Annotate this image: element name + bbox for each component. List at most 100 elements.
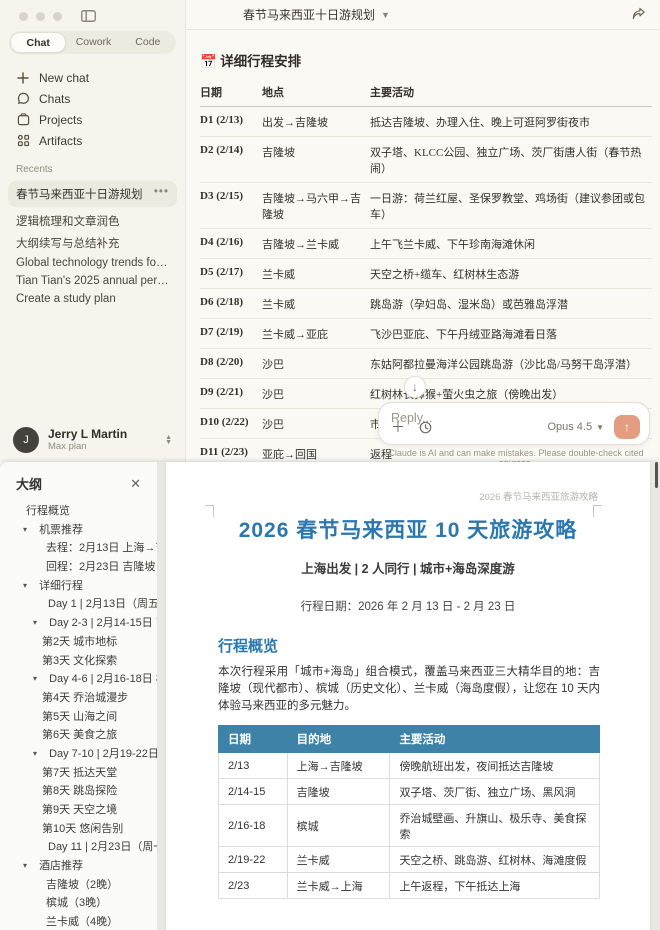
send-button[interactable]: ↑ [614, 415, 640, 439]
outline-item-label: 第9天 天空之境 [42, 804, 117, 816]
history-clock-icon[interactable] [419, 421, 432, 434]
cell-activities: 双子塔、KLCC公园、独立广场、茨厂街唐人街（春节热闹） [370, 137, 652, 183]
nav-label: Chats [39, 92, 70, 106]
cell-place: 兰卡威 [262, 289, 370, 319]
cell-activities: 一日游：荷兰红屋、圣保罗教堂、鸡场街（建议参团或包车） [370, 183, 652, 229]
account-menu[interactable]: J Jerry L Martin Max plan ▲▼ [0, 427, 185, 453]
outline-item[interactable]: 机票推荐 [0, 521, 157, 540]
outline-item[interactable]: 行程概览 [0, 502, 157, 521]
outline-item[interactable]: 去程：2月13日 上海→吉隆坡 [0, 539, 157, 558]
window-zoom-button[interactable] [53, 12, 62, 21]
tab-chat[interactable]: Chat [10, 32, 66, 53]
conversation-title-dropdown[interactable]: 春节马来西亚十日游规划 ▼ [243, 6, 390, 23]
page-margin-mark [205, 505, 214, 517]
cell-day: D4 (2/16) [200, 229, 262, 259]
scrollbar-thumb[interactable] [655, 462, 658, 488]
document-viewer[interactable]: 2026 春节马来西亚旅游攻略 2026 春节马来西亚 10 天旅游攻略 上海出… [158, 462, 660, 930]
avatar: J [13, 427, 39, 453]
document-title: 2026 春节马来西亚 10 天旅游攻略 [206, 514, 610, 544]
outline-item[interactable]: 第7天 抵达天堂 [0, 764, 157, 783]
overview-heading: 行程概览 [218, 635, 600, 656]
recent-chat-item[interactable]: 大纲续写与总结补充 [0, 232, 185, 254]
recent-chat-item[interactable]: Global technology trends for 2025 [0, 254, 185, 272]
cell-date: 2/19-22 [219, 847, 288, 873]
close-icon[interactable]: ✕ [130, 476, 141, 492]
table-row: D4 (2/16) 吉隆坡→兰卡威 上午飞兰卡威、下午珍南海滩休闲 [200, 229, 652, 259]
chevron-updown-icon: ▲▼ [165, 435, 172, 445]
outline-item[interactable]: Day 2-3 | 2月14-15日 吉隆坡 [0, 614, 157, 633]
attach-plus-icon[interactable]: ＋ [391, 417, 405, 437]
sidebar-item-new-chat[interactable]: New chat [0, 67, 185, 88]
cell-place: 沙巴 [262, 379, 370, 409]
outline-item-label: Day 2-3 | 2月14-15日 吉隆坡 [49, 617, 157, 629]
recent-chat-label: Global technology trends for 2025 [16, 257, 185, 269]
sidebar-item-projects[interactable]: Projects [0, 109, 185, 130]
sidebar-item-artifacts[interactable]: Artifacts [0, 130, 185, 151]
box-icon [16, 113, 30, 127]
table-row: D6 (2/18) 兰卡威 跳岛游（孕妇岛、湿米岛）或芭雅岛浮潜 [200, 289, 652, 319]
outline-item[interactable]: 第10天 悠闲告别 [0, 820, 157, 839]
outline-item[interactable]: 第6天 美食之旅 [0, 726, 157, 745]
outline-item-label: 第10天 悠闲告别 [42, 823, 123, 835]
recent-chat-item[interactable]: 春节马来西亚十日游规划 ••• [8, 181, 177, 207]
table-row: D7 (2/19) 兰卡威→亚庇 飞沙巴亚庇、下午丹绒亚路海滩看日落 [200, 319, 652, 349]
outline-item[interactable]: 第2天 城市地标 [0, 633, 157, 652]
column-header-activities: 主要活动 [390, 726, 600, 753]
outline-item-label: 兰卡威（4晚） [46, 916, 118, 928]
arrow-down-icon: ↓ [412, 380, 418, 394]
outline-item[interactable]: 槟城（3晚） [0, 894, 157, 913]
column-header-date: 日期 [200, 78, 262, 107]
nav-label: New chat [39, 71, 89, 85]
outline-item[interactable]: 详细行程 [0, 577, 157, 596]
sidebar-toggle-icon[interactable] [81, 10, 96, 22]
recent-chat-item[interactable]: Create a study plan [0, 290, 185, 308]
cell-destination: 槟城 [287, 805, 390, 847]
outline-item[interactable]: Day 11 | 2月23日（周一）... [0, 838, 157, 857]
chat-bubble-icon [16, 92, 30, 106]
outline-item[interactable]: 第8天 跳岛探险 [0, 782, 157, 801]
outline-item[interactable]: Day 1 | 2月13日（周五）上... [0, 595, 157, 614]
table-row: 2/19-22 兰卡威 天空之桥、跳岛游、红树林、海滩度假 [219, 847, 600, 873]
outline-item[interactable]: 第5天 山海之间 [0, 708, 157, 727]
table-row: 2/13 上海→吉隆坡 傍晚航班出发，夜间抵达吉隆坡 [219, 753, 600, 779]
more-options-icon[interactable]: ••• [154, 186, 169, 202]
mode-tabbar: Chat Cowork Code [9, 31, 176, 54]
outline-item[interactable]: Day 7-10 | 2月19-22日 兰... [0, 745, 157, 764]
scroll-to-bottom-button[interactable]: ↓ [404, 376, 426, 398]
window-close-button[interactable] [19, 12, 28, 21]
sidebar-item-chats[interactable]: Chats [0, 88, 185, 109]
window-minimize-button[interactable] [36, 12, 45, 21]
outline-item[interactable]: 第9天 天空之境 [0, 801, 157, 820]
outline-item[interactable]: 吉隆坡（2晚） [0, 876, 157, 895]
cell-activities: 乔治城壁画、升旗山、极乐寺、美食探索 [390, 805, 600, 847]
recent-chat-label: 大纲续写与总结补充 [16, 238, 120, 250]
cell-place: 沙巴 [262, 409, 370, 439]
outline-item[interactable]: 兰卡威（4晚） [0, 913, 157, 930]
reply-composer[interactable]: Reply... ＋ Opus 4.5 ▼ ↑ [378, 402, 650, 445]
share-icon[interactable] [631, 7, 646, 26]
outline-item-label: 去程：2月13日 上海→吉隆坡 [46, 542, 157, 554]
tab-code[interactable]: Code [121, 32, 175, 53]
recents-list: 春节马来西亚十日游规划 ••• 逻辑梳理和文章润色 大纲续写与总结补充 [0, 181, 185, 308]
plus-icon [16, 71, 30, 85]
recent-chat-item[interactable]: 逻辑梳理和文章润色 [0, 210, 185, 232]
tab-cowork[interactable]: Cowork [66, 32, 120, 53]
calendar-icon: 📅 [200, 54, 217, 69]
model-selector[interactable]: Opus 4.5 ▼ [547, 421, 604, 433]
outline-item[interactable]: 酒店推荐 [0, 857, 157, 876]
document-subtitle: 上海出发 | 2 人同行 | 城市+海岛深度游 [166, 558, 650, 577]
cell-day: D9 (2/21) [200, 379, 262, 409]
message-section-heading: 📅 详细行程安排 [200, 50, 648, 70]
outline-item[interactable]: 第4天 乔治城漫步 [0, 689, 157, 708]
cell-day: D7 (2/19) [200, 319, 262, 349]
cell-activities: 天空之桥+缆车、红树林生态游 [370, 259, 652, 289]
sidebar: Chat Cowork Code New chat Chats Projects [0, 0, 186, 462]
recent-chat-item[interactable]: Tian Tian's 2025 annual performan... [0, 272, 185, 290]
table-row: 2/23 兰卡威→上海 上午返程，下午抵达上海 [219, 873, 600, 899]
cell-date: 2/14-15 [219, 779, 288, 805]
outline-item[interactable]: Day 4-6 | 2月16-18日 槟城 [0, 670, 157, 689]
cell-day: D3 (2/15) [200, 183, 262, 229]
outline-item[interactable]: 第3天 文化探索 [0, 652, 157, 671]
outline-item[interactable]: 回程：2月23日 吉隆坡→上海 [0, 558, 157, 577]
chat-header: 春节马来西亚十日游规划 ▼ [186, 0, 660, 30]
